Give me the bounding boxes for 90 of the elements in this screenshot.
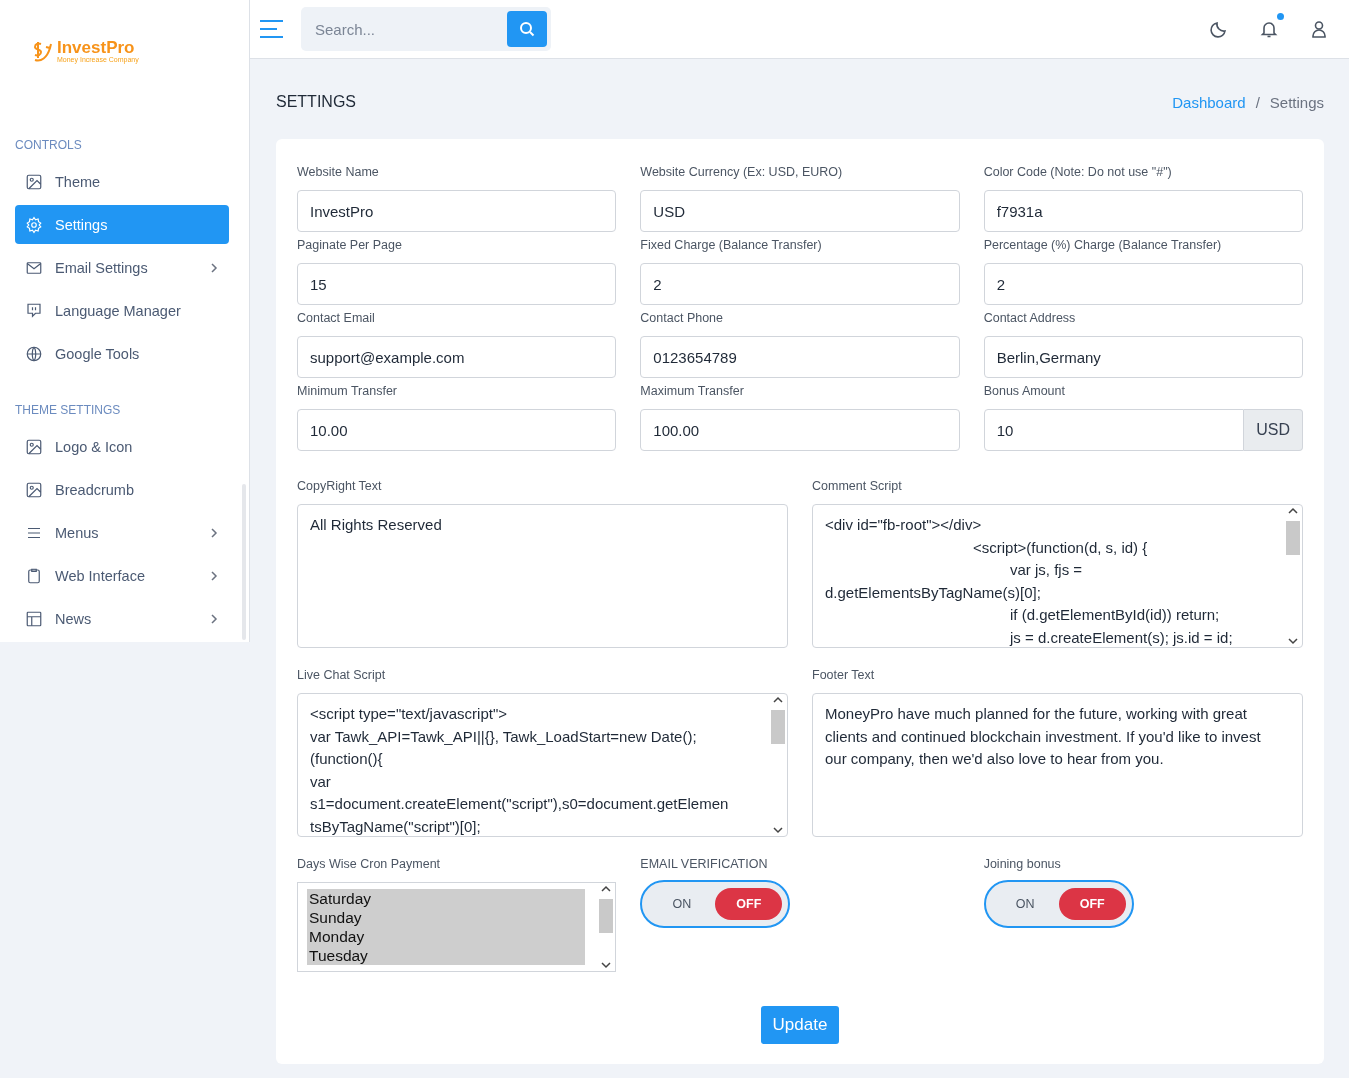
sidebar-item[interactable]: Menus xyxy=(15,513,229,552)
scrollbar[interactable] xyxy=(771,696,785,834)
text-input[interactable]: support@example.com xyxy=(297,336,617,378)
text-area[interactable]: All Rights Reserved xyxy=(297,504,788,648)
field-label: Contact Address xyxy=(983,311,1077,325)
field-label: Contact Phone xyxy=(640,311,725,325)
field-label: Fixed Charge (Balance Transfer) xyxy=(640,238,823,252)
user-icon[interactable] xyxy=(1309,19,1329,39)
section-heading: THEME SETTINGS xyxy=(14,403,122,417)
menu-icon[interactable] xyxy=(260,20,283,38)
field-label: Website Currency (Ex: USD, EURO) xyxy=(640,165,844,179)
gear-icon xyxy=(25,215,43,234)
text-input[interactable]: 2 xyxy=(640,263,960,305)
field-label: Comment Script xyxy=(812,479,903,493)
field-label: Color Code (Note: Do not use "#") xyxy=(983,165,1173,179)
text-input[interactable]: USD xyxy=(640,190,960,232)
day-option[interactable]: Tuesday xyxy=(307,946,586,965)
field-label: Footer Text xyxy=(812,668,876,682)
field-label: Joining bonus xyxy=(983,857,1062,871)
text-input[interactable]: 2 xyxy=(983,263,1303,305)
sidebar-item[interactable]: Breadcrumb xyxy=(15,470,229,509)
text-input[interactable]: Berlin,Germany xyxy=(983,336,1303,378)
chevron-icon xyxy=(209,262,219,273)
page-title: SETTINGS xyxy=(276,93,356,111)
field-label: EMAIL VERIFICATION xyxy=(640,857,769,871)
toggle-switch[interactable]: ON OFF xyxy=(640,880,791,928)
toggle-on-label: ON xyxy=(671,896,693,913)
field-label: Minimum Transfer xyxy=(297,384,399,398)
scroll-down-icon[interactable] xyxy=(601,961,612,969)
scrollbar[interactable] xyxy=(1286,507,1300,645)
day-option[interactable]: Sunday xyxy=(307,908,586,927)
scroll-up-icon[interactable] xyxy=(773,696,783,704)
globe-icon xyxy=(25,344,43,363)
day-option[interactable]: Monday xyxy=(307,927,586,946)
sidebar-item[interactable]: Logo & Icon xyxy=(15,427,229,466)
text-input[interactable]: 10.00 xyxy=(297,409,617,451)
text-input[interactable]: InvestPro xyxy=(297,190,617,232)
sidebar-item[interactable]: Web Interface xyxy=(15,556,229,595)
search-icon xyxy=(519,21,535,37)
field-label: Paginate Per Page xyxy=(297,238,403,252)
day-option[interactable]: Saturday xyxy=(307,889,586,908)
bell-icon[interactable] xyxy=(1259,19,1279,39)
chevron-icon xyxy=(209,613,219,624)
sidebar-item[interactable]: News xyxy=(15,599,229,638)
toggle-off-label: OFF xyxy=(1058,888,1126,920)
chevron-icon xyxy=(209,527,219,538)
layout-icon xyxy=(25,609,43,628)
toggle-off-label: OFF xyxy=(715,888,783,920)
chevron-icon xyxy=(209,570,219,581)
search-button[interactable] xyxy=(507,11,547,47)
field-label: Bonus Amount xyxy=(983,384,1066,398)
sidebar-item[interactable]: Google Tools xyxy=(15,334,229,373)
field-label: Contact Email xyxy=(297,311,376,325)
image-icon xyxy=(25,437,43,456)
field-label: Days Wise Cron Payment xyxy=(297,857,442,871)
section-heading: CONTROLS xyxy=(14,138,83,152)
scroll-down-icon[interactable] xyxy=(1288,637,1298,645)
sidebar-item[interactable]: Email Settings xyxy=(15,248,229,287)
text-area[interactable]: <script type="text/javascript"> var Tawk_API=Tawk_API||{}, Tawk_LoadStart=new Date(); (function(){ var s1=document.createElement("script"),s0=document.getElemen tsByTagName("script")[0]; xyxy=(297,693,788,837)
toggle-switch[interactable]: ON OFF xyxy=(983,880,1134,928)
chat-icon xyxy=(25,301,43,320)
moon-icon[interactable] xyxy=(1209,19,1229,39)
scrollbar[interactable] xyxy=(599,885,614,969)
currency-addon: USD xyxy=(1244,409,1303,451)
clipboard-icon xyxy=(25,566,43,585)
brand-name: InvestPro xyxy=(57,38,136,56)
image-icon xyxy=(25,480,43,499)
image-icon xyxy=(25,172,43,191)
text-input[interactable]: 10 xyxy=(983,409,1245,451)
field-label: Maximum Transfer xyxy=(640,384,745,398)
scroll-up-icon[interactable] xyxy=(1288,507,1298,515)
field-label: Percentage (%) Charge (Balance Transfer) xyxy=(983,238,1223,252)
scroll-up-icon[interactable] xyxy=(601,885,612,893)
sidebar-item[interactable]: Theme xyxy=(15,162,229,201)
field-label: Website Name xyxy=(297,165,380,179)
text-input[interactable]: 100.00 xyxy=(640,409,960,451)
breadcrumb-separator: / xyxy=(1255,93,1260,111)
scroll-down-icon[interactable] xyxy=(773,826,783,834)
breadcrumb-current: Settings xyxy=(1269,93,1324,111)
field-label: Live Chat Script xyxy=(297,668,387,682)
day-list[interactable]: Saturday Sunday Monday Tuesday xyxy=(297,882,617,972)
text-area[interactable]: MoneyPro have much planned for the future, working with great clients and continued blockchain investment. If you'd like to invest our company, then we'd also love to hear from you. xyxy=(812,693,1303,837)
toggle-on-label: ON xyxy=(1014,896,1036,913)
text-input[interactable]: f7931a xyxy=(983,190,1303,232)
text-area[interactable]: <div id="fb-root"></div> <script>(function(d, s, id) { var js, fjs = d.getElementsByTagName(s)[0]; if (d.getElementById(id)) return; js = d.createElement(s); js.id = id; xyxy=(812,504,1303,648)
sidebar-item[interactable]: Language Manager xyxy=(15,291,229,330)
logo-icon xyxy=(32,39,54,63)
text-input[interactable]: 0123654789 xyxy=(640,336,960,378)
field-label: CopyRight Text xyxy=(297,479,383,493)
text-input[interactable]: 15 xyxy=(297,263,617,305)
